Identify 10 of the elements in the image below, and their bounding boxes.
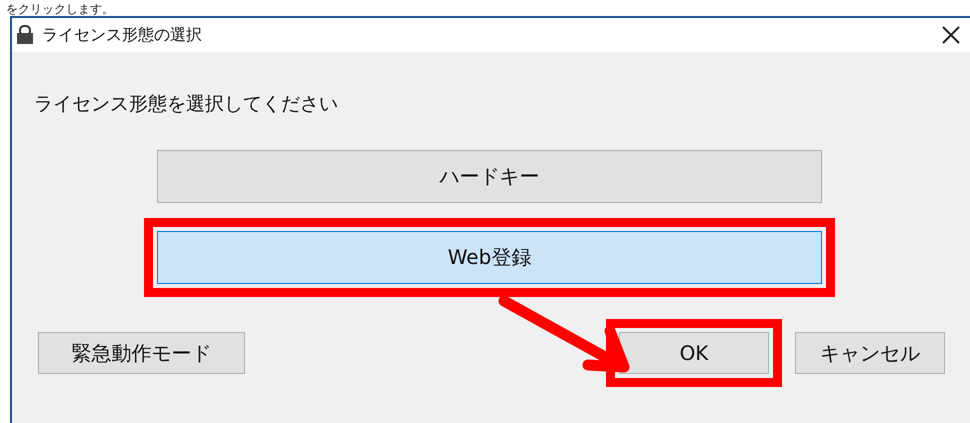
window-title: ライセンス形態の選択 (42, 24, 202, 46)
dialog-button[interactable]: キャンセル (795, 332, 945, 374)
close-icon (941, 25, 961, 45)
instruction-text: をクリックします。 (6, 2, 114, 16)
lock-icon (16, 25, 34, 45)
option-button[interactable]: ハードキー (157, 150, 822, 202)
prompt-text: ライセンス形態を選択してください (34, 92, 339, 117)
option-button[interactable]: Web登録 (157, 230, 822, 284)
dialog-button[interactable]: OK (619, 332, 769, 374)
dialog-button[interactable]: 緊急動作モード (38, 332, 245, 374)
